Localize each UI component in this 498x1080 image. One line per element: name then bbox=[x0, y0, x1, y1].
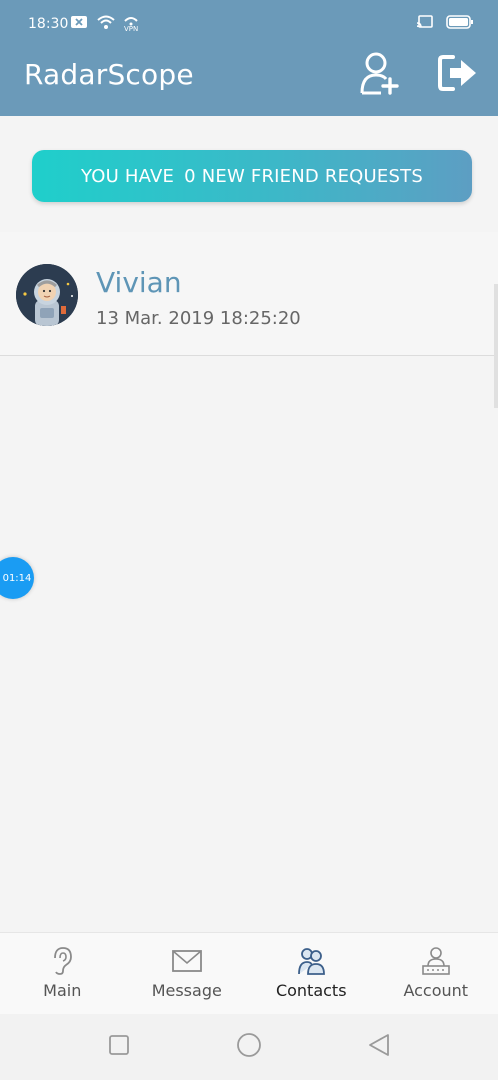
friend-requests-banner[interactable]: YOU HAVE 0 NEW FRIEND REQUESTS bbox=[32, 150, 472, 202]
status-right-icons bbox=[416, 14, 474, 34]
app-actions bbox=[358, 52, 480, 98]
contact-last-seen: 13 Mar. 2019 18:25:20 bbox=[96, 308, 301, 329]
contact-list-item[interactable]: Vivian 13 Mar. 2019 18:25:20 bbox=[0, 232, 498, 356]
astronaut-avatar-icon bbox=[16, 264, 78, 326]
circle-icon bbox=[235, 1031, 263, 1063]
nav-label-contacts: Contacts bbox=[275, 981, 347, 1000]
battery-icon bbox=[446, 15, 474, 33]
nav-item-contacts[interactable]: Contacts bbox=[249, 933, 374, 1014]
nav-label-main: Main bbox=[43, 981, 82, 1000]
add-friend-icon bbox=[359, 51, 401, 99]
friend-request-count: 0 bbox=[184, 165, 196, 187]
app-title: RadarScope bbox=[24, 58, 194, 91]
contacts-icon bbox=[294, 945, 328, 977]
recent-apps-button[interactable] bbox=[104, 1032, 134, 1062]
bottom-navigation: Main Message Contacts Account bbox=[0, 932, 498, 1014]
back-button[interactable] bbox=[364, 1032, 394, 1062]
nav-label-message: Message bbox=[151, 981, 222, 1000]
avatar bbox=[16, 264, 78, 326]
banner-suffix: NEW FRIEND REQUESTS bbox=[201, 165, 423, 187]
add-friend-button[interactable] bbox=[358, 52, 402, 98]
status-left-icons: VPN bbox=[70, 14, 138, 34]
x-box-icon bbox=[70, 15, 88, 33]
contact-name: Vivian bbox=[96, 266, 182, 299]
nav-label-account: Account bbox=[403, 981, 469, 1000]
banner-prefix: YOU HAVE bbox=[81, 165, 175, 187]
ear-icon bbox=[45, 945, 79, 977]
timer-label: 01:14 bbox=[2, 572, 32, 584]
envelope-icon bbox=[170, 945, 204, 977]
nav-item-account[interactable]: Account bbox=[374, 933, 498, 1014]
status-time: 18:30 bbox=[28, 16, 69, 32]
vpn-icon: VPN bbox=[124, 16, 138, 33]
home-button[interactable] bbox=[234, 1032, 264, 1062]
square-icon bbox=[108, 1034, 130, 1060]
system-navigation-bar bbox=[0, 1014, 498, 1080]
nav-item-main[interactable]: Main bbox=[0, 933, 125, 1014]
app-header: 18:30 VPN RadarScope bbox=[0, 0, 498, 116]
cast-icon bbox=[416, 14, 434, 34]
vpn-label: VPN bbox=[124, 24, 139, 33]
nav-item-message[interactable]: Message bbox=[125, 933, 250, 1014]
logout-icon bbox=[437, 54, 479, 96]
screen: 18:30 VPN RadarScope YOU HAVE 0 NEW FRIE… bbox=[0, 0, 498, 1080]
triangle-back-icon bbox=[367, 1032, 391, 1062]
account-icon bbox=[419, 945, 453, 977]
floating-timer-bubble[interactable]: 01:14 bbox=[0, 557, 34, 599]
wifi-icon bbox=[96, 14, 116, 34]
logout-button[interactable] bbox=[436, 52, 480, 98]
scroll-edge-indicator bbox=[494, 284, 498, 408]
status-bar: 18:30 VPN bbox=[0, 0, 498, 48]
